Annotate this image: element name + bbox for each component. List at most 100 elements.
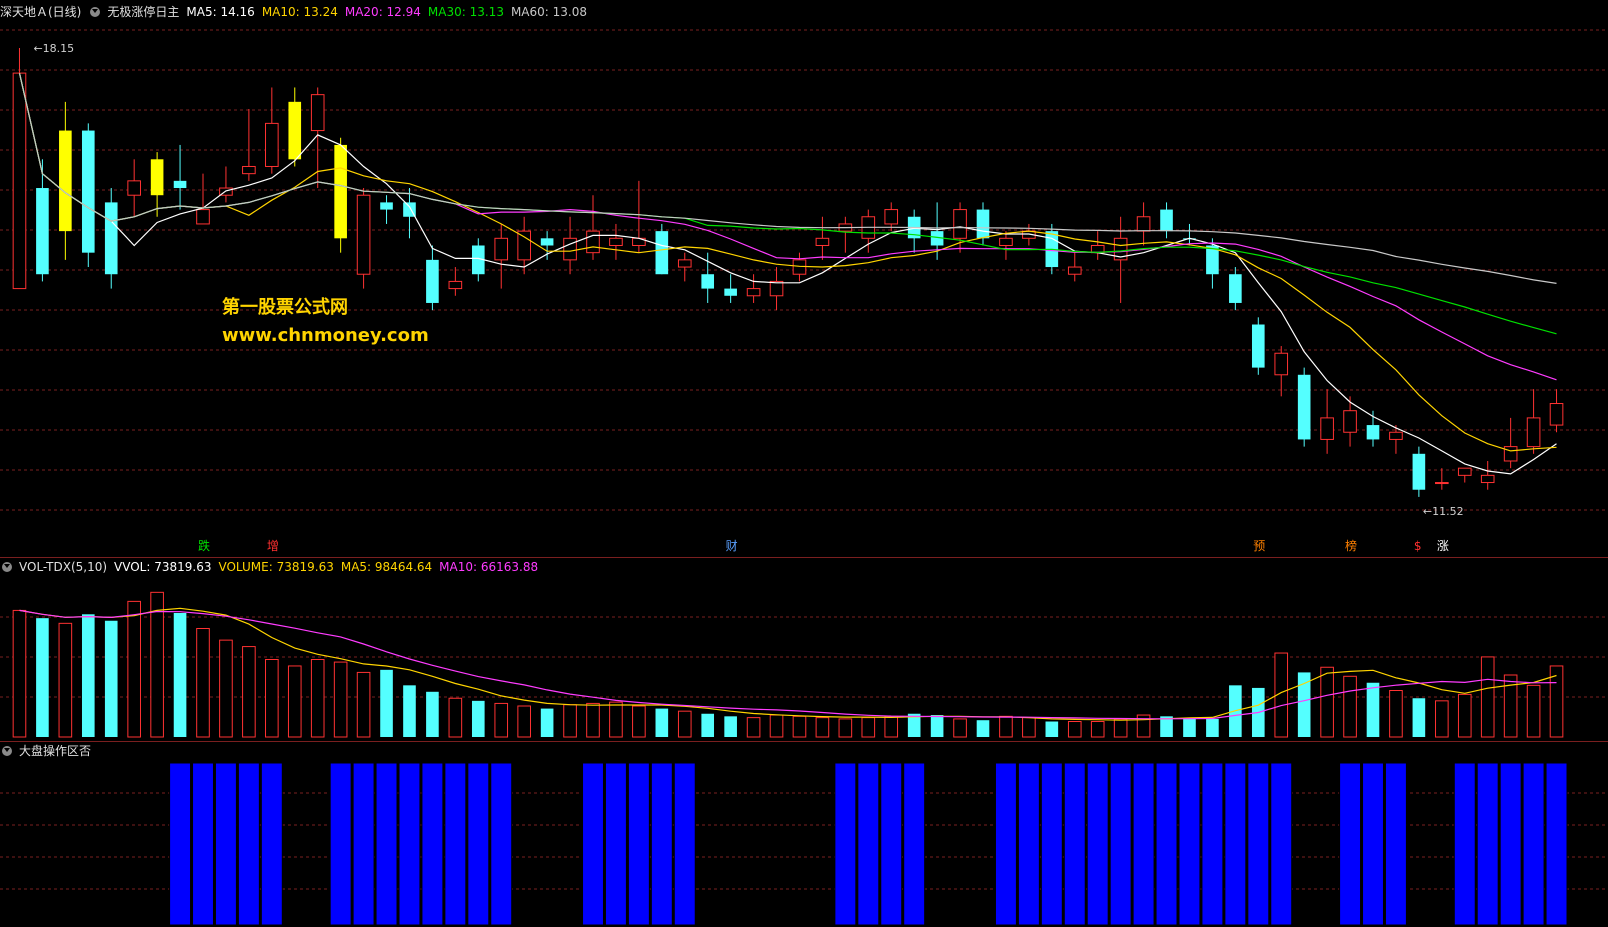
market-legend: 大盘操作区否 <box>0 741 98 761</box>
event-marker: 跌 <box>198 538 210 553</box>
market-operation-bar <box>650 762 673 926</box>
volume-indicator-name[interactable]: VOL-TDX(5,10) <box>19 557 107 577</box>
volume-bar <box>494 702 509 738</box>
candle-body <box>655 231 669 275</box>
candle-body <box>953 209 967 239</box>
volume-bar <box>219 639 233 738</box>
ma60-label: MA60: 13.08 <box>510 5 587 19</box>
market-operation-bar <box>192 762 214 926</box>
candle-body <box>12 72 27 290</box>
candle-body <box>769 280 784 297</box>
indicator-dropdown-icon[interactable] <box>90 7 101 17</box>
volume-bar <box>265 659 279 738</box>
volume-bar <box>448 697 463 738</box>
candle-body <box>196 209 210 225</box>
candle-body <box>540 238 554 246</box>
volume-bar <box>1457 693 1472 738</box>
market-operation-bar <box>1476 762 1499 926</box>
market-operation-bar <box>1201 762 1224 926</box>
market-operation-bar <box>1017 762 1040 926</box>
candle-body <box>494 237 509 261</box>
market-operation-bar <box>214 762 237 926</box>
pane-separator-2 <box>0 741 1608 742</box>
candle-body <box>310 94 325 132</box>
indicator-name[interactable]: 无极涨停日主 <box>107 2 179 22</box>
vvol-label: VVOL: 73819.63 <box>114 560 212 574</box>
market-operation-bar <box>1384 762 1407 926</box>
event-marker: 榜 <box>1345 538 1357 553</box>
ma20-label: MA20: 12.94 <box>344 5 421 19</box>
market-operation-bar <box>1270 762 1293 926</box>
volume-bar <box>81 614 95 737</box>
volume-bar <box>609 701 623 738</box>
vol-ma5-label: MA5: 98464.64 <box>340 560 433 574</box>
price-chart[interactable]: ←18.15 ←11.52 跌 增 财 预 榜 $ 涨 <box>0 20 1608 560</box>
volume-bar <box>517 705 531 738</box>
ma5-label: MA5: 14.16 <box>186 5 255 19</box>
watermark-url: www.chnmoney.com <box>222 325 429 346</box>
ma10-label: MA10: 13.24 <box>261 5 338 19</box>
market-operation-bar <box>1224 762 1247 926</box>
candle-body <box>59 130 72 232</box>
candle-body <box>1503 446 1518 462</box>
price-legend: 深天地Ａ(日线) 无极涨停日主 MA5: 14.16 MA10: 13.24 M… <box>0 2 594 22</box>
volume-bar <box>426 691 439 737</box>
volume-bar <box>150 591 164 738</box>
candle-body <box>426 259 439 303</box>
market-operation-bar <box>1109 762 1132 926</box>
candle-body <box>609 237 623 246</box>
volume-bar <box>173 613 187 737</box>
volume-bar <box>380 669 393 737</box>
volume-bar <box>563 704 577 738</box>
volume-bar <box>1183 717 1196 737</box>
volume-indicator-icon[interactable] <box>2 562 12 572</box>
candle-body <box>1480 474 1495 484</box>
candle-body <box>677 259 692 268</box>
candle-body <box>127 180 141 196</box>
market-operation-bar <box>1247 762 1270 926</box>
volume-bar <box>287 665 302 738</box>
volume-label: VOLUME: 73819.63 <box>218 560 334 574</box>
volume-bar <box>12 609 27 738</box>
stock-name[interactable]: 深天地Ａ(日线) <box>0 2 81 22</box>
market-operation-bar <box>329 762 352 926</box>
market-indicator-name[interactable]: 大盘操作区否 <box>19 741 91 761</box>
volume-bar <box>746 717 761 738</box>
volume-bar <box>36 618 49 737</box>
market-indicator-icon[interactable] <box>2 746 12 756</box>
volume-chart[interactable] <box>0 577 1608 740</box>
candle-body <box>380 202 393 210</box>
high-price-label: ←18.15 <box>33 42 74 55</box>
volume-bar <box>792 715 807 738</box>
volume-bar <box>1389 690 1403 738</box>
candle-body <box>104 202 118 275</box>
market-operation-bar <box>1522 762 1545 926</box>
market-operation-bar <box>1499 762 1522 926</box>
candle-body <box>242 165 256 175</box>
ma5-line <box>18 72 1557 475</box>
volume-bar <box>1366 682 1380 737</box>
candle-body <box>1229 274 1242 303</box>
vol-ma10-label: MA10: 66163.88 <box>439 560 539 574</box>
volume-bar <box>1480 656 1495 738</box>
volume-bar <box>58 622 73 738</box>
market-operation-bar <box>880 762 903 926</box>
candle-body <box>1435 482 1449 485</box>
candle-body <box>1320 417 1334 440</box>
event-marker: 增 <box>267 539 279 553</box>
ma10-line <box>18 72 1557 452</box>
volume-bar <box>333 661 348 738</box>
volume-bar <box>403 685 416 737</box>
candle-body <box>1412 453 1426 490</box>
market-operation-chart[interactable] <box>0 761 1608 927</box>
volume-legend: VOL-TDX(5,10) VVOL: 73819.63 VOLUME: 738… <box>0 557 545 577</box>
candle-body <box>1067 266 1082 275</box>
candle-body <box>1526 417 1541 448</box>
candle-body <box>517 230 531 261</box>
market-operation-bar <box>352 762 375 926</box>
candle-body <box>701 274 715 289</box>
market-operation-bar <box>421 762 444 926</box>
candle-body <box>288 101 302 160</box>
candle-body <box>356 194 371 275</box>
volume-bar <box>884 715 899 738</box>
